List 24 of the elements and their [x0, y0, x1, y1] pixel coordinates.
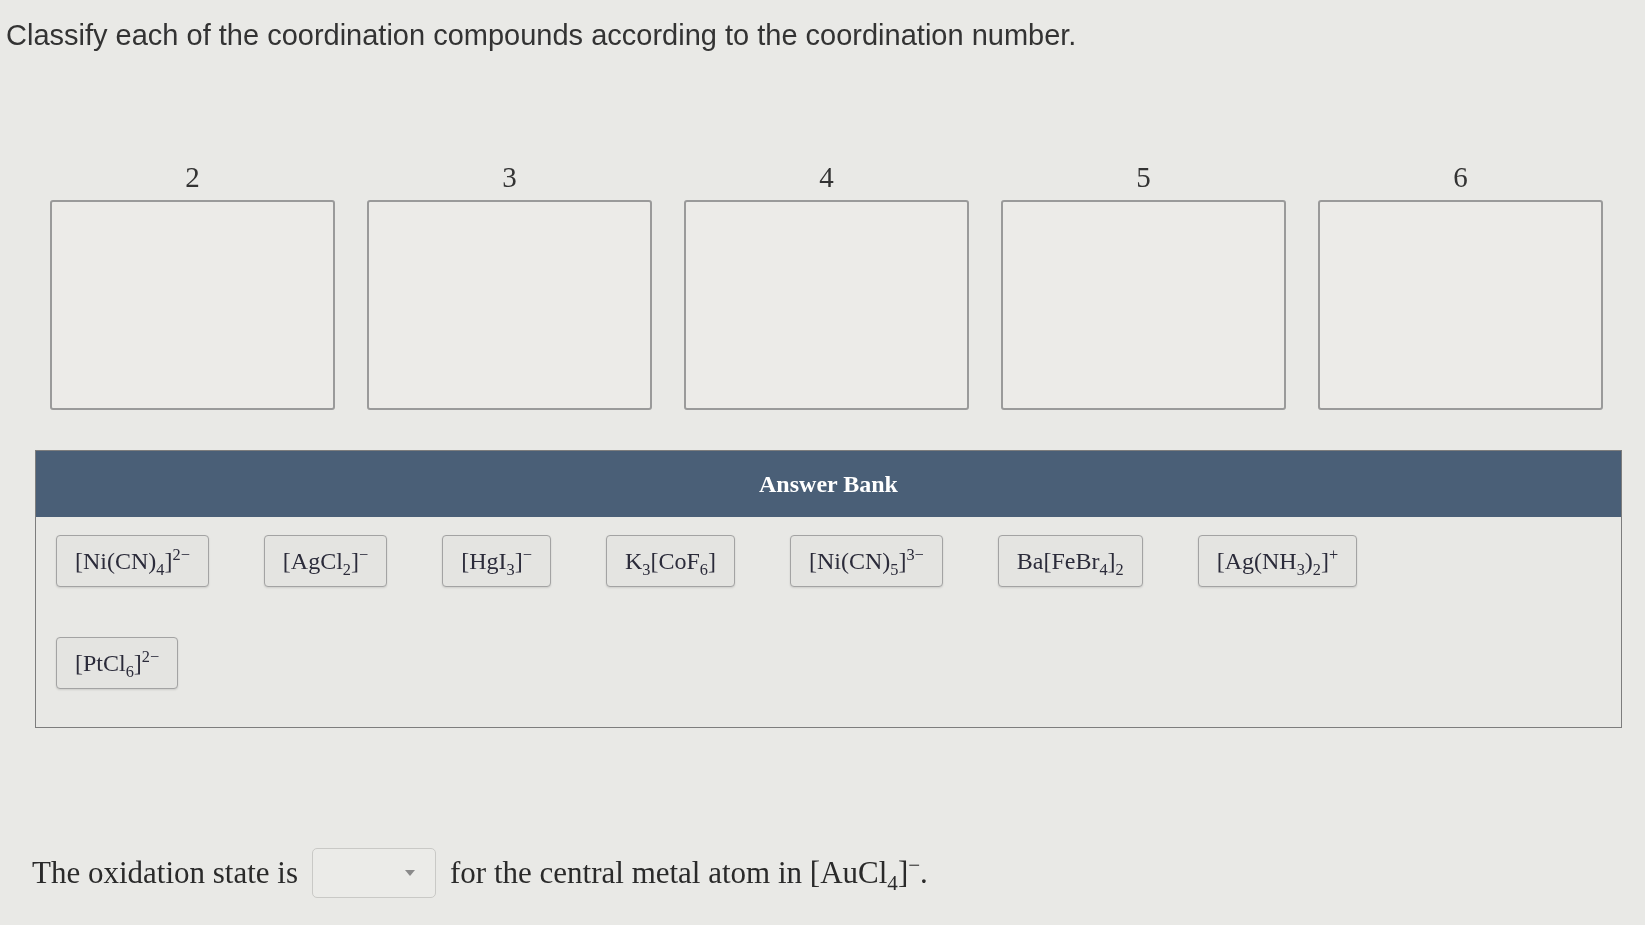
answer-chip[interactable]: [AgCl$_{2}$]$^{−}$ [263, 535, 388, 587]
caret-icon [405, 870, 416, 876]
drop-zone[interactable] [684, 200, 969, 410]
answer-chip[interactable]: [Ag(NH$_{3}$)$_{2}$]$^{+}$ [1197, 535, 1358, 587]
answer-chip[interactable]: [HgI$_{3}$]$^{−}$ [442, 535, 551, 587]
answer-chip[interactable]: Ba[FeBr$_{4}$]$_{2}$ [997, 535, 1143, 587]
answer-dropdown[interactable] [312, 848, 437, 898]
drop-zone[interactable] [50, 200, 335, 410]
bin-label: 6 [1453, 160, 1468, 194]
drop-zone[interactable] [1001, 200, 1286, 410]
answer-chip[interactable]: [Ni(CN)$_{5}$]$^{3−}$ [789, 535, 943, 587]
bin-label: 3 [502, 160, 517, 194]
drop-zone[interactable] [367, 200, 652, 410]
instruction-text: Classify each of the coordination compounds according to the coordination number. [5, 18, 1077, 52]
answer-chip[interactable]: K$_{3}$[CoF$_{6}$] [605, 535, 735, 587]
question-text: The oxidation state is [32, 854, 299, 892]
question-text: for the central metal atom in [AuCl$_{4}$]$^{−}$. [450, 852, 928, 894]
bin-label: 4 [819, 160, 834, 194]
answer-bank-title: Answer Bank [759, 470, 898, 498]
bin-label: 2 [185, 160, 200, 194]
bin-label: 5 [1136, 160, 1151, 194]
answer-chip[interactable]: [PtCl$_{6}$]$^{2−}$ [56, 637, 179, 689]
drop-zone[interactable] [1318, 200, 1603, 410]
answer-chip[interactable]: [Ni(CN)$_{4}$]$^{2−}$ [56, 535, 209, 587]
